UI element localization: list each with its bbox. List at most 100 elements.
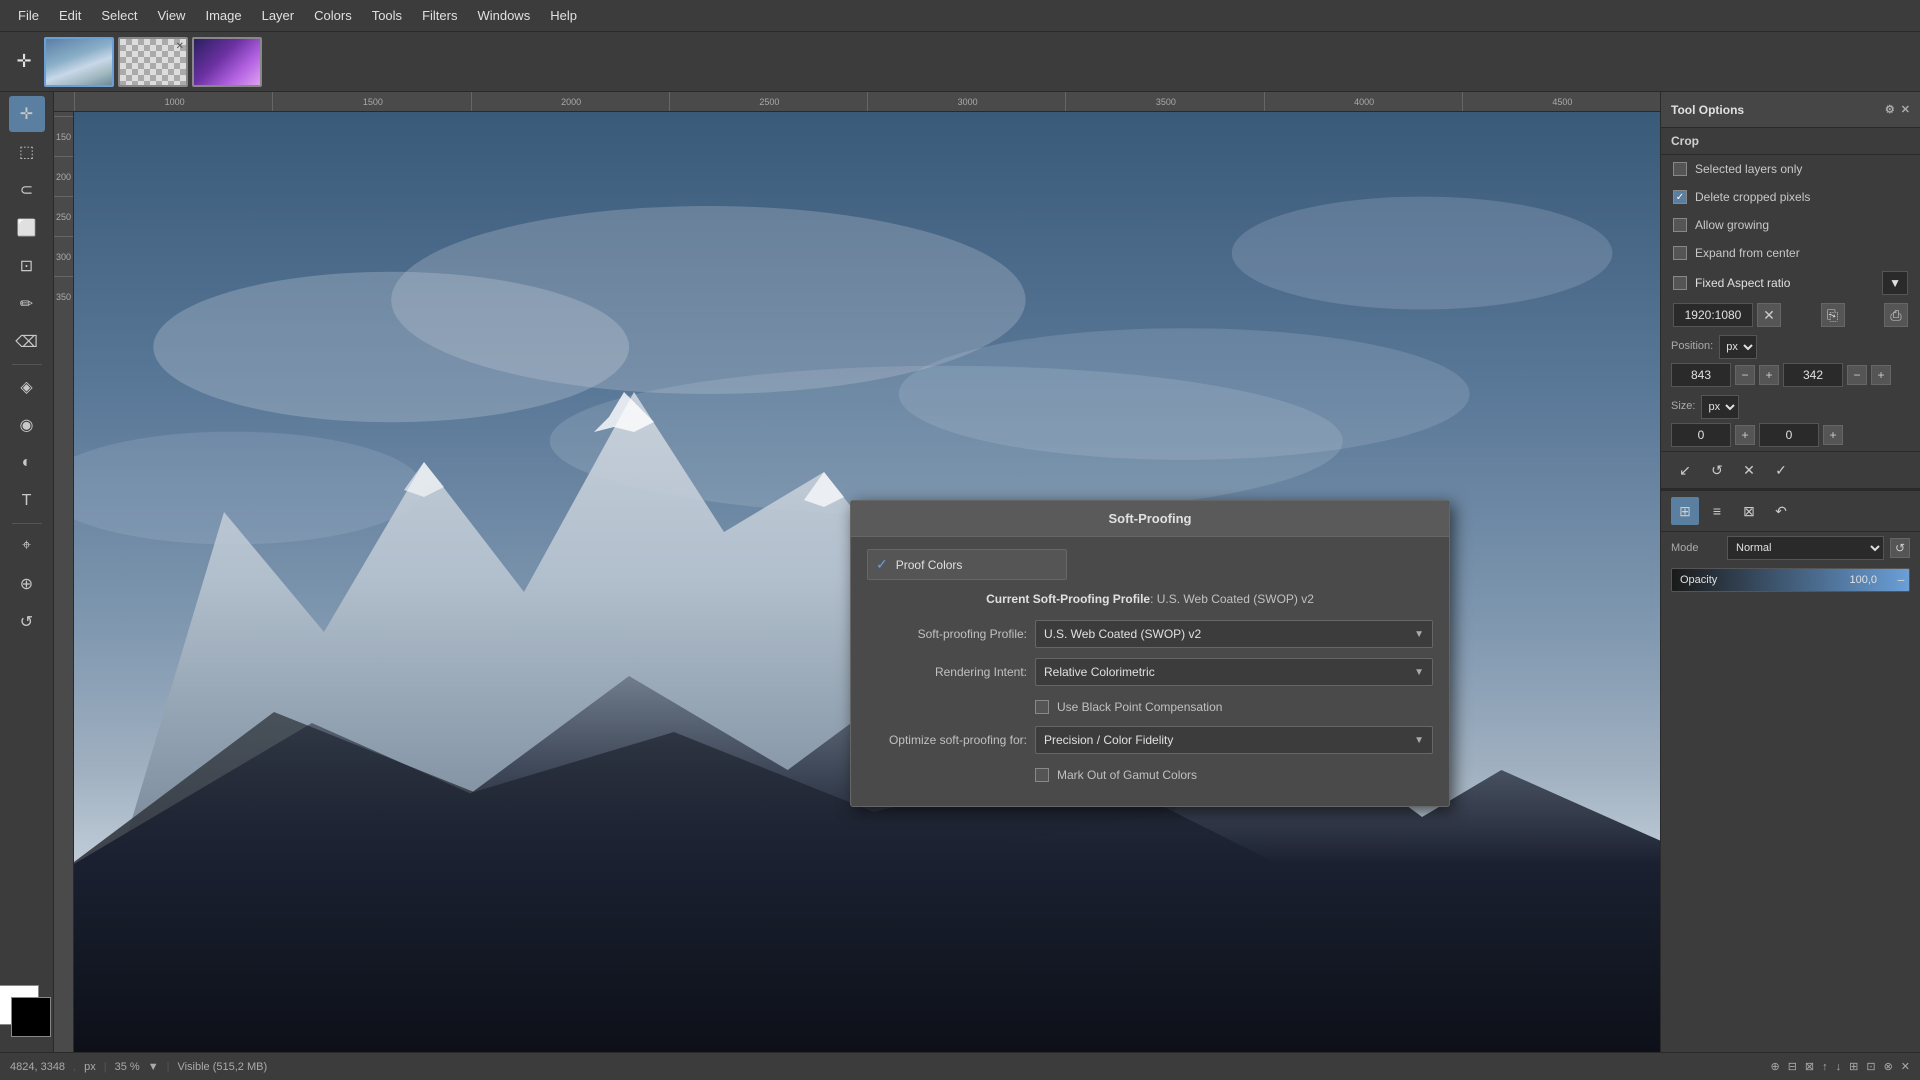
menu-windows[interactable]: Windows: [467, 4, 540, 27]
position-section: Position: px − + − +: [1661, 331, 1920, 391]
layers-icon-btn[interactable]: ⊞: [1671, 497, 1699, 525]
pos-x-minus[interactable]: −: [1735, 365, 1755, 385]
status-icon-2[interactable]: ⊟: [1788, 1060, 1797, 1073]
menu-image[interactable]: Image: [195, 4, 251, 27]
status-icon-6[interactable]: ⊞: [1849, 1060, 1858, 1073]
copy-dim-btn[interactable]: ⎘: [1821, 303, 1845, 327]
rotate-tool[interactable]: ↺: [9, 604, 45, 640]
tab-thumbnail-3[interactable]: [192, 37, 262, 87]
fixed-aspect-checkbox[interactable]: [1673, 276, 1687, 290]
size-x-plus[interactable]: +: [1735, 425, 1755, 445]
brush-tool[interactable]: ✏: [9, 286, 45, 322]
text-tool[interactable]: T: [9, 483, 45, 519]
delete-btn[interactable]: ✕: [1735, 456, 1763, 484]
status-icon-5[interactable]: ↓: [1836, 1061, 1842, 1073]
opacity-label: Opacity: [1680, 574, 1717, 586]
status-icon-9[interactable]: ✕: [1901, 1060, 1910, 1073]
fixed-aspect-dropdown[interactable]: ▼: [1882, 271, 1908, 295]
optimize-dropdown[interactable]: Precision / Color Fidelity ▼: [1035, 726, 1433, 754]
smudge-tool[interactable]: ◉: [9, 407, 45, 443]
eraser-tool[interactable]: ⌫: [9, 324, 45, 360]
status-zoom-dropdown-btn[interactable]: ▼: [148, 1061, 159, 1073]
tab-thumbnail-1[interactable]: [44, 37, 114, 87]
menu-tools[interactable]: Tools: [362, 4, 412, 27]
size-unit-select[interactable]: px: [1701, 395, 1739, 419]
tab-thumbnail-2[interactable]: [118, 37, 188, 87]
selected-layers-checkbox[interactable]: [1673, 162, 1687, 176]
proof-colors-row[interactable]: ✓ Proof Colors: [867, 549, 1067, 580]
menu-edit[interactable]: Edit: [49, 4, 91, 27]
panel-close-icon[interactable]: ✕: [1901, 103, 1910, 116]
delete-cropped-checkbox[interactable]: [1673, 190, 1687, 204]
position-unit-select[interactable]: px: [1719, 335, 1757, 359]
history-icon-btn[interactable]: ↶: [1767, 497, 1795, 525]
menubar: File Edit Select View Image Layer Colors…: [0, 0, 1920, 32]
lasso-tool[interactable]: ⊂: [9, 172, 45, 208]
undo-btn[interactable]: ↺: [1703, 456, 1731, 484]
menu-help[interactable]: Help: [540, 4, 587, 27]
opacity-minus-icon[interactable]: −: [1897, 572, 1905, 588]
dodge-tool[interactable]: ◐: [9, 445, 45, 481]
pos-y-plus[interactable]: +: [1871, 365, 1891, 385]
allow-growing-row: Allow growing: [1661, 211, 1920, 239]
menu-view[interactable]: View: [148, 4, 196, 27]
dialog-body: ✓ Proof Colors Current Soft-Proofing Pro…: [851, 537, 1449, 806]
rendering-intent-value: Relative Colorimetric: [1044, 665, 1155, 679]
rendering-intent-dropdown[interactable]: Relative Colorimetric ▼: [1035, 658, 1433, 686]
ruler-mark-2500: 2500: [669, 92, 867, 112]
eyedropper-tool[interactable]: ⌖: [9, 528, 45, 564]
menu-layer[interactable]: Layer: [252, 4, 305, 27]
status-icons: ⊕ ⊟ ⊠ ↑ ↓ ⊞ ⊡ ⊗ ✕: [1770, 1060, 1910, 1073]
panel-config-icon[interactable]: ⚙: [1885, 103, 1895, 116]
transform-tool[interactable]: ⬜: [9, 210, 45, 246]
status-unit: px: [84, 1061, 96, 1073]
warp-tool[interactable]: ⊡: [9, 248, 45, 284]
ruler-mark-1500: 1500: [272, 92, 470, 112]
pos-x-input[interactable]: [1671, 363, 1731, 387]
menu-file[interactable]: File: [8, 4, 49, 27]
menu-colors[interactable]: Colors: [304, 4, 362, 27]
crosshair-icon: ✛: [8, 46, 40, 78]
fill-tool[interactable]: ◈: [9, 369, 45, 405]
reset-tool-btn[interactable]: ↙: [1671, 456, 1699, 484]
tool-options-panel: Tool Options ⚙ ✕ Crop Selected layers on…: [1661, 92, 1920, 490]
opacity-bar[interactable]: Opacity 100,0 −: [1671, 568, 1910, 592]
menu-select[interactable]: Select: [91, 4, 147, 27]
mode-select[interactable]: Normal Multiply Screen: [1727, 536, 1884, 560]
ruler-corner: [54, 92, 74, 112]
soft-proofing-profile-label: Soft-proofing Profile:: [867, 627, 1027, 641]
soft-proofing-dialog: Soft-Proofing ✓ Proof Colors Current Sof…: [850, 500, 1450, 807]
menu-filters[interactable]: Filters: [412, 4, 467, 27]
confirm-btn[interactable]: ✓: [1767, 456, 1795, 484]
status-icon-7[interactable]: ⊡: [1866, 1060, 1875, 1073]
move-tool[interactable]: ✛: [9, 96, 45, 132]
paste-dim-btn[interactable]: ⎙: [1884, 303, 1908, 327]
size-x-input[interactable]: [1671, 423, 1731, 447]
delete-dim-btn[interactable]: ✕: [1757, 303, 1781, 327]
allow-growing-checkbox[interactable]: [1673, 218, 1687, 232]
foreground-color-swatch[interactable]: [11, 997, 51, 1037]
status-icon-1[interactable]: ⊕: [1770, 1060, 1779, 1073]
status-icon-4[interactable]: ↑: [1822, 1061, 1828, 1073]
pos-y-minus[interactable]: −: [1847, 365, 1867, 385]
mode-reset-btn[interactable]: ↺: [1890, 538, 1910, 558]
dimension-input[interactable]: [1673, 303, 1753, 327]
tool-options-header[interactable]: Tool Options ⚙ ✕: [1661, 92, 1920, 128]
pos-x-plus[interactable]: +: [1759, 365, 1779, 385]
status-icon-3[interactable]: ⊠: [1805, 1060, 1814, 1073]
soft-proofing-profile-dropdown[interactable]: U.S. Web Coated (SWOP) v2 ▼: [1035, 620, 1433, 648]
size-y-plus[interactable]: +: [1823, 425, 1843, 445]
select-tool[interactable]: ⬚: [9, 134, 45, 170]
paths-icon-btn[interactable]: ⊠: [1735, 497, 1763, 525]
zoom-tool[interactable]: ⊕: [9, 566, 45, 602]
size-y-input[interactable]: [1759, 423, 1819, 447]
size-row-header: Size: px: [1671, 395, 1910, 419]
position-row: Position: px: [1671, 335, 1910, 359]
expand-from-center-checkbox[interactable]: [1673, 246, 1687, 260]
dropdown-arrow-1: ▼: [1414, 629, 1424, 640]
pos-y-input[interactable]: [1783, 363, 1843, 387]
out-of-gamut-checkbox[interactable]: [1035, 768, 1049, 782]
channels-icon-btn[interactable]: ≡: [1703, 497, 1731, 525]
status-icon-8[interactable]: ⊗: [1884, 1060, 1893, 1073]
black-point-checkbox[interactable]: [1035, 700, 1049, 714]
